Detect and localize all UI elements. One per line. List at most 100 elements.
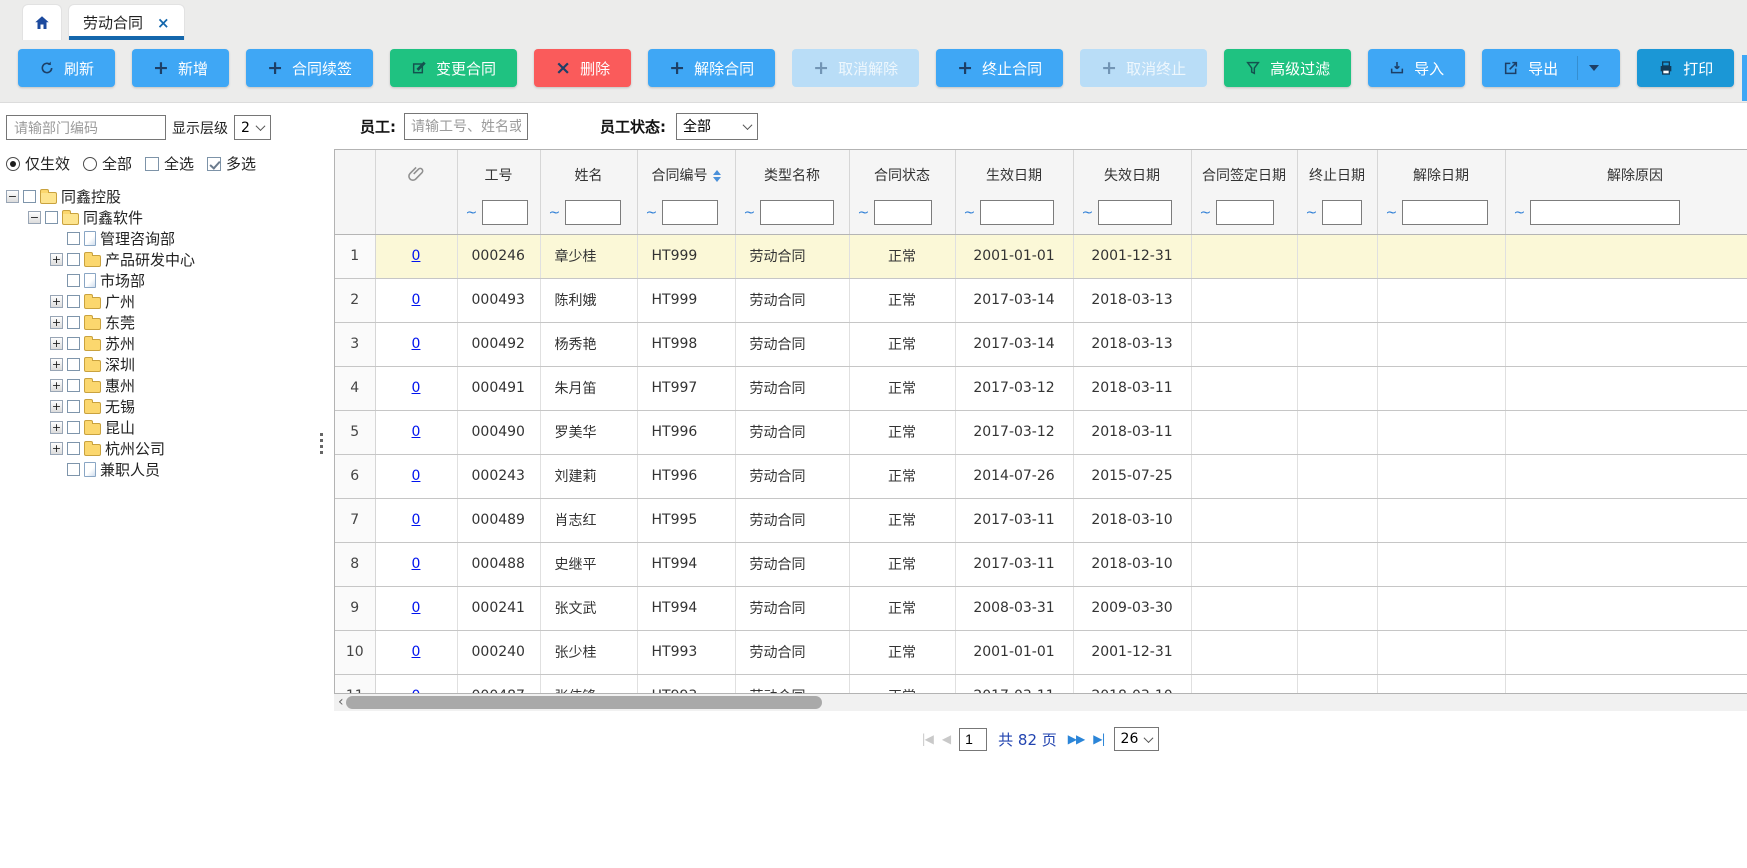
splitter-handle[interactable] <box>318 103 326 868</box>
tree-checkbox[interactable] <box>67 358 80 371</box>
contract-terminate-button[interactable]: +终止合同 <box>936 49 1063 87</box>
table-row[interactable]: 110000487张伟锋HT993劳动合同正常2017-03-112018-03… <box>335 674 1747 694</box>
contract-release-button[interactable]: +解除合同 <box>648 49 775 87</box>
filter-input-name[interactable] <box>565 200 621 225</box>
expand-plus-icon[interactable]: + <box>50 421 63 434</box>
tree-checkbox[interactable] <box>67 337 80 350</box>
page-size-select[interactable]: 26 <box>1114 727 1160 751</box>
tree-item[interactable]: 兼职人员 <box>6 459 318 480</box>
tree-item-label[interactable]: 广州 <box>105 291 135 312</box>
tree-item[interactable]: +苏州 <box>6 333 318 354</box>
filter-input-start[interactable] <box>980 200 1054 225</box>
tree-item-label[interactable]: 同鑫软件 <box>83 207 143 228</box>
filter-input-status[interactable] <box>874 200 932 225</box>
filter-input-type[interactable] <box>760 200 834 225</box>
scroll-left-icon[interactable]: ‹ <box>338 694 344 711</box>
filter-input-terminate[interactable] <box>1322 200 1362 225</box>
filter-input-end[interactable] <box>1098 200 1172 225</box>
vertical-scrollbar-thumb[interactable] <box>1742 55 1747 101</box>
horizontal-scrollbar[interactable]: ‹ <box>334 694 1747 711</box>
tree-item[interactable]: + 产品研发中心 <box>6 249 318 270</box>
attachment-count-link[interactable]: 0 <box>412 556 421 572</box>
table-row[interactable]: 20000493陈利娥HT999劳动合同正常2017-03-142018-03-… <box>335 278 1747 322</box>
table-row[interactable]: 90000241张文武HT994劳动合同正常2008-03-312009-03-… <box>335 586 1747 630</box>
tree-item[interactable]: 管理咨询部 <box>6 228 318 249</box>
print-button[interactable]: 打印 <box>1637 49 1734 87</box>
tree-checkbox[interactable] <box>67 400 80 413</box>
attachment-count-link[interactable]: 0 <box>412 292 421 308</box>
expand-plus-icon[interactable]: + <box>50 316 63 329</box>
table-row[interactable]: 100000240张少桂HT993劳动合同正常2001-01-012001-12… <box>335 630 1747 674</box>
table-row[interactable]: 70000489肖志红HT995劳动合同正常2017-03-112018-03-… <box>335 498 1747 542</box>
tree-item-label[interactable]: 杭州公司 <box>105 438 165 459</box>
export-button[interactable]: 导出 <box>1482 49 1620 87</box>
tree-checkbox[interactable] <box>67 253 80 266</box>
multi-select-checkbox[interactable] <box>207 157 221 171</box>
contract-renew-button[interactable]: +合同续签 <box>246 49 373 87</box>
table-row[interactable]: 50000490罗美华HT996劳动合同正常2017-03-122018-03-… <box>335 410 1747 454</box>
attachment-count-link[interactable]: 0 <box>412 468 421 484</box>
tree-checkbox[interactable] <box>67 232 80 245</box>
contract-change-button[interactable]: 变更合同 <box>390 49 517 87</box>
tree-checkbox[interactable] <box>67 274 80 287</box>
tree-item-label[interactable]: 同鑫控股 <box>61 186 121 207</box>
add-button[interactable]: +新增 <box>132 49 229 87</box>
collapse-minus-icon[interactable]: − <box>6 190 19 203</box>
tree-item[interactable]: +无锡 <box>6 396 318 417</box>
page-number-input[interactable] <box>959 728 987 751</box>
expand-plus-icon[interactable]: + <box>50 400 63 413</box>
tree-checkbox[interactable] <box>67 442 80 455</box>
radio-effective-only[interactable] <box>6 157 20 171</box>
tree-item[interactable]: + 东莞 <box>6 312 318 333</box>
attachment-count-link[interactable]: 0 <box>412 380 421 396</box>
dropdown-caret-icon[interactable] <box>1589 65 1599 76</box>
expand-plus-icon[interactable]: + <box>50 253 63 266</box>
tree-item-label[interactable]: 深圳 <box>105 354 135 375</box>
last-page-button[interactable]: ▶| <box>1093 732 1104 746</box>
tree-item[interactable]: − 同鑫软件 <box>6 207 318 228</box>
table-row[interactable]: 10000246章少桂HT999劳动合同正常2001-01-012001-12-… <box>335 234 1747 278</box>
table-row[interactable]: 40000491朱月笛HT997劳动合同正常2017-03-122018-03-… <box>335 366 1747 410</box>
tree-item-label[interactable]: 市场部 <box>100 270 145 291</box>
filter-input-reason[interactable] <box>1530 200 1680 225</box>
attachment-count-link[interactable]: 0 <box>412 248 421 264</box>
expand-plus-icon[interactable]: + <box>50 358 63 371</box>
tree-item[interactable]: +惠州 <box>6 375 318 396</box>
select-all-checkbox[interactable] <box>145 157 159 171</box>
advanced-filter-button[interactable]: 高级过滤 <box>1224 49 1351 87</box>
table-row[interactable]: 60000243刘建莉HT996劳动合同正常2014-07-262015-07-… <box>335 454 1747 498</box>
tree-checkbox[interactable] <box>67 295 80 308</box>
attachment-count-link[interactable]: 0 <box>412 600 421 616</box>
tree-checkbox[interactable] <box>45 211 58 224</box>
refresh-button[interactable]: 刷新 <box>18 49 115 87</box>
attachment-count-link[interactable]: 0 <box>412 644 421 660</box>
attachment-count-link[interactable]: 0 <box>412 424 421 440</box>
table-row[interactable]: 30000492杨秀艳HT998劳动合同正常2017-03-142018-03-… <box>335 322 1747 366</box>
tree-checkbox[interactable] <box>67 421 80 434</box>
tree-item[interactable]: − 同鑫控股 <box>6 186 318 207</box>
tree-item-label[interactable]: 兼职人员 <box>100 459 160 480</box>
collapse-minus-icon[interactable]: − <box>28 211 41 224</box>
tree-item[interactable]: + 杭州公司 <box>6 438 318 459</box>
attachment-count-link[interactable]: 0 <box>412 336 421 352</box>
filter-input-contract_no[interactable] <box>662 200 718 225</box>
tree-item[interactable]: + 广州 <box>6 291 318 312</box>
tab-home[interactable] <box>22 4 62 40</box>
tree-item[interactable]: + 深圳 <box>6 354 318 375</box>
tree-item-label[interactable]: 东莞 <box>105 312 135 333</box>
tab-labor-contract[interactable]: 劳动合同 × <box>68 4 185 40</box>
tab-close-icon[interactable]: × <box>157 14 170 32</box>
horizontal-scrollbar-thumb[interactable] <box>346 696 822 709</box>
employee-search-input[interactable] <box>404 113 528 140</box>
expand-plus-icon[interactable]: + <box>50 442 63 455</box>
employee-status-select[interactable]: 全部 <box>676 113 758 140</box>
tree-checkbox[interactable] <box>67 379 80 392</box>
filter-input-release[interactable] <box>1402 200 1488 225</box>
tree-item[interactable]: +昆山 <box>6 417 318 438</box>
tree-checkbox[interactable] <box>23 190 36 203</box>
tree-item-label[interactable]: 产品研发中心 <box>105 249 195 270</box>
tree-checkbox[interactable] <box>67 463 80 476</box>
expand-plus-icon[interactable]: + <box>50 295 63 308</box>
tree-item[interactable]: 市场部 <box>6 270 318 291</box>
tree-checkbox[interactable] <box>67 316 80 329</box>
